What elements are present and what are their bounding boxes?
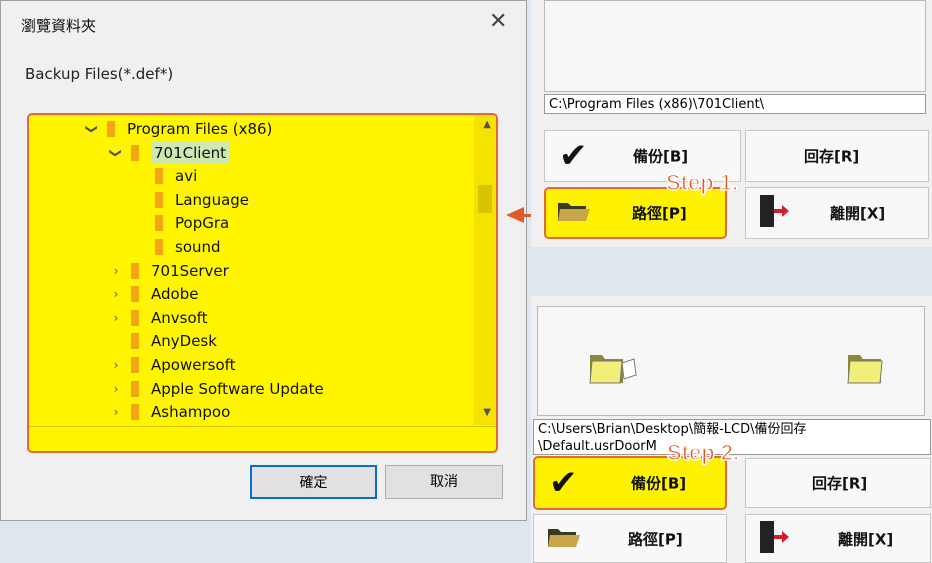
path-button-label: 路徑[P] — [628, 530, 683, 548]
preview-area — [537, 306, 925, 416]
folder-icon — [131, 404, 139, 421]
folder-icon — [155, 191, 163, 208]
exit-button-label: 離開[X] — [830, 204, 886, 223]
exit-button-label: 離開[X] — [838, 530, 894, 548]
cancel-button[interactable]: 取消 — [385, 465, 503, 499]
tree-item[interactable]: › Apowersoft — [29, 354, 469, 376]
folder-icon — [131, 144, 139, 161]
tree-item-label: Adobe — [151, 285, 199, 304]
tree-item-label: Ashampoo — [151, 403, 231, 422]
restore-button-label: 回存[R] — [804, 147, 860, 166]
dialog-title: 瀏覽資料夾 — [21, 17, 97, 35]
folder-icon — [131, 262, 139, 279]
step-2-annotation: Step 2. — [666, 439, 740, 466]
tree-item-label: avi — [175, 167, 198, 186]
tree-item[interactable]: › 701Server — [29, 260, 469, 282]
folder-document-icon — [588, 349, 638, 389]
tree-item[interactable]: AnyDesk — [29, 330, 469, 352]
tree-item[interactable]: ❯ Program Files (x86) — [29, 118, 469, 140]
folder-icon — [155, 239, 163, 255]
path-button[interactable]: 路徑[P] — [533, 514, 727, 563]
tree-item[interactable]: avi — [29, 165, 469, 187]
chevron-down-icon[interactable]: ❯ — [105, 146, 127, 160]
exit-button[interactable]: 離開[X] — [745, 187, 929, 239]
path-field[interactable]: C:\Program Files (x86)\701Client\ — [544, 94, 926, 114]
tree-item-label: Anvsoft — [151, 308, 208, 327]
chevron-right-icon[interactable]: › — [109, 378, 123, 400]
vertical-scrollbar[interactable]: ▲ ▼ — [474, 115, 496, 425]
folder-icon — [107, 121, 115, 137]
path-button-label: 路徑[P] — [632, 204, 687, 223]
tree-item-label: Language — [175, 190, 250, 209]
folder-tree[interactable]: ❯ Program Files (x86) ❯ 701Client avi Languag… — [27, 113, 498, 453]
tree-item-label: 701Client — [151, 141, 230, 164]
tree-item-label: AnyDesk — [151, 332, 217, 351]
chevron-down-icon[interactable]: ❯ — [81, 122, 103, 136]
backup-panel-top: C:\Program Files (x86)\701Client\ ✔ 備份[B… — [531, 0, 932, 247]
tree-item-label: PopGra — [175, 214, 230, 233]
backup-button-label: 備份[B] — [633, 147, 689, 166]
tree-item[interactable]: › Ashampoo — [29, 401, 469, 423]
browse-folder-dialog: 瀏覽資料夾 ✕ Backup Files(*.def*) ❯ Program Fi… — [0, 0, 527, 521]
dialog-description: Backup Files(*.def*) — [25, 65, 174, 83]
exit-door-icon — [756, 519, 790, 559]
tree-item[interactable]: › Apple Software Update — [29, 378, 469, 400]
tree-item[interactable]: › Adobe — [29, 283, 469, 305]
folder-icon — [155, 168, 163, 185]
tree-item-label: Apowersoft — [151, 356, 236, 374]
chevron-right-icon[interactable]: › — [109, 307, 123, 329]
ok-button[interactable]: 確定 — [250, 465, 377, 499]
preview-area — [544, 0, 926, 92]
folder-icon — [846, 349, 886, 389]
folder-icon — [131, 286, 139, 303]
folder-icon — [131, 309, 139, 326]
tree-item[interactable]: sound — [29, 236, 469, 258]
folder-open-icon — [546, 525, 582, 553]
restore-button[interactable]: 回存[R] — [745, 458, 931, 508]
close-icon[interactable]: ✕ — [489, 11, 507, 33]
chevron-right-icon[interactable]: › — [109, 283, 123, 305]
scroll-down-icon[interactable]: ▼ — [483, 407, 491, 418]
step-1-annotation: Step 1. — [665, 169, 739, 196]
tree-item[interactable]: ❯ 701Client — [29, 141, 469, 164]
tree-item-label: 701Server — [151, 261, 229, 280]
exit-door-icon — [756, 193, 790, 233]
checkmark-icon: ✔ — [549, 463, 578, 503]
horizontal-scrollbar[interactable] — [29, 426, 496, 451]
backup-button-label: 備份[B] — [631, 474, 687, 493]
tree-item-label: Program Files (x86) — [127, 120, 273, 138]
pointer-arrow-icon — [506, 207, 524, 223]
exit-button[interactable]: 離開[X] — [745, 514, 931, 563]
restore-button-label: 回存[R] — [812, 474, 868, 493]
scroll-up-icon[interactable]: ▲ — [483, 119, 491, 130]
chevron-right-icon[interactable]: › — [109, 354, 123, 376]
checkmark-icon: ✔ — [559, 136, 588, 176]
folder-icon — [155, 215, 163, 232]
tree-item-label: Apple Software Update — [151, 379, 324, 398]
folder-icon — [131, 333, 139, 350]
backup-panel-bottom: C:\Users\Brian\Desktop\簡報-LCD\備份回存 \Defa… — [531, 296, 932, 563]
scroll-thumb[interactable] — [478, 185, 492, 213]
tree-item[interactable]: Language — [29, 189, 469, 211]
chevron-right-icon[interactable]: › — [109, 260, 123, 282]
tree-item[interactable]: PopGra — [29, 212, 469, 234]
folder-icon — [131, 380, 139, 397]
tree-item[interactable]: › Anvsoft — [29, 307, 469, 329]
folder-icon — [131, 357, 139, 373]
chevron-right-icon[interactable]: › — [109, 401, 123, 423]
restore-button[interactable]: 回存[R] — [745, 130, 929, 182]
tree-item-label: sound — [175, 238, 221, 256]
folder-open-icon — [556, 199, 592, 227]
